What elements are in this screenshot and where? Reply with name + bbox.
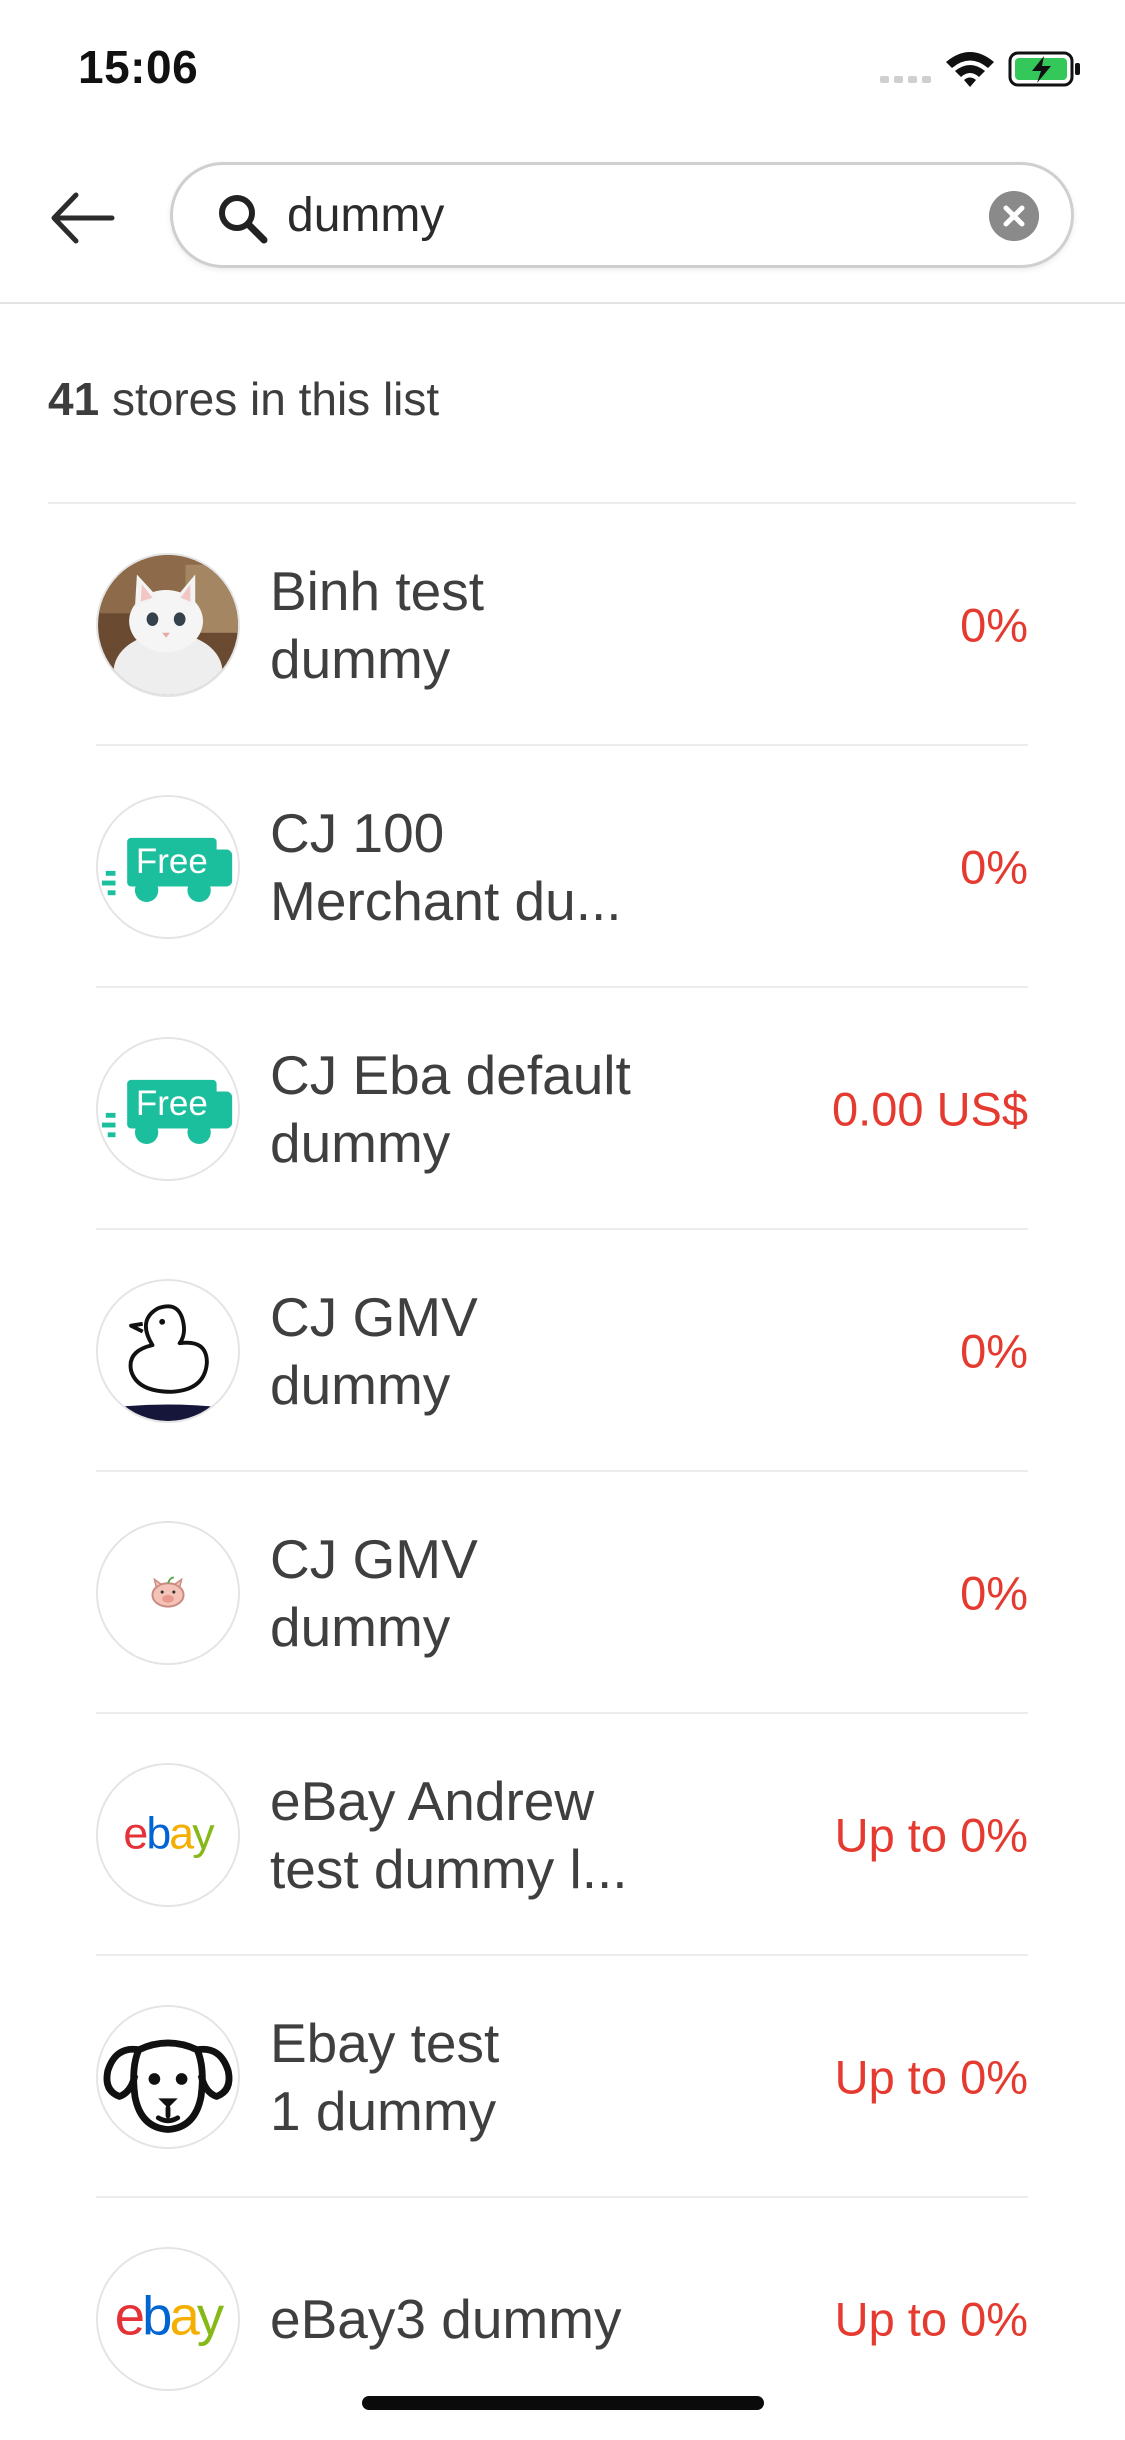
duck-logo	[96, 1279, 240, 1423]
store-row[interactable]: ebay eBay Andrew test dummy l... Up to 0…	[96, 1714, 1028, 1956]
store-name-line2: dummy	[270, 1112, 451, 1174]
store-name: Binh test dummy	[270, 557, 670, 693]
store-name: CJ GMV dummy	[270, 1525, 670, 1661]
store-name-line2: Merchant du...	[270, 870, 622, 932]
free-logo-text: Free	[136, 842, 208, 881]
store-name-line2: test dummy l...	[270, 1838, 628, 1900]
store-name-line2: dummy	[270, 1596, 451, 1658]
cashback-rate: 0%	[960, 840, 1028, 894]
store-name: CJ GMV dummy	[270, 1283, 670, 1419]
store-count-label: stores in this list	[111, 373, 440, 425]
free-logo-text: Free	[136, 1084, 208, 1123]
store-name-line2: 1 dummy	[270, 2080, 497, 2142]
battery-charging-icon	[1008, 51, 1080, 87]
store-row[interactable]: CJ GMV dummy 0%	[96, 1230, 1028, 1472]
ebay-logo: ebay	[96, 2247, 240, 2391]
store-name-line1: Binh test	[270, 560, 485, 622]
cashback-rate: 0%	[960, 1324, 1028, 1378]
cashback-rate: Up to 0%	[834, 2292, 1028, 2346]
search-bar[interactable]	[170, 162, 1074, 268]
store-name-line1: eBay3 dummy	[270, 2288, 622, 2350]
cashback-rate: Up to 0%	[834, 2050, 1028, 2104]
pig-logo	[96, 1521, 240, 1665]
store-row[interactable]: CJ GMV dummy 0%	[96, 1472, 1028, 1714]
cashback-rate: 0.00 US$	[832, 1082, 1028, 1136]
store-name-line1: eBay Andrew	[270, 1770, 595, 1832]
store-name-line1: CJ 100	[270, 802, 445, 864]
back-arrow-icon[interactable]	[46, 182, 118, 254]
status-bar: 15:06	[0, 0, 1125, 132]
store-count: 41 stores in this list	[48, 372, 439, 426]
cellular-signal-icon	[880, 76, 931, 83]
search-icon	[219, 195, 268, 244]
ebay-logo-text: ebay	[115, 2286, 225, 2347]
store-name-line2: dummy	[270, 1354, 451, 1416]
store-name-line1: CJ GMV	[270, 1286, 478, 1348]
store-count-number: 41	[48, 373, 100, 425]
store-name-line2: dummy	[270, 628, 451, 690]
cashback-rate: 0%	[960, 1566, 1028, 1620]
store-name: Ebay test 1 dummy	[270, 2009, 670, 2145]
status-time: 15:06	[78, 41, 199, 93]
free-shipping-truck-logo: Free	[96, 795, 240, 939]
dog-logo	[96, 2005, 240, 2149]
free-shipping-truck-logo: Free	[96, 1037, 240, 1181]
store-name: eBay3 dummy	[270, 2285, 670, 2353]
ebay-logo-text: ebay	[123, 1810, 215, 1859]
ebay-logo: ebay	[96, 1763, 240, 1907]
cashback-rate: Up to 0%	[834, 1808, 1028, 1862]
cashback-rate: 0%	[960, 598, 1028, 652]
store-name-line1: CJ GMV	[270, 1528, 478, 1590]
search-input[interactable]	[287, 179, 937, 251]
store-name-line1: Ebay test	[270, 2012, 500, 2074]
clear-search-icon[interactable]	[989, 191, 1039, 241]
wifi-icon	[946, 52, 994, 87]
cat-photo-logo	[96, 553, 240, 697]
store-row[interactable]: Binh test dummy 0%	[96, 504, 1028, 746]
store-name: CJ 100 Merchant du...	[270, 799, 670, 935]
store-row[interactable]: Free CJ Eba default dummy 0.00 US$	[96, 988, 1028, 1230]
search-header	[0, 132, 1125, 304]
store-row[interactable]: Ebay test 1 dummy Up to 0%	[96, 1956, 1028, 2198]
store-name: CJ Eba default dummy	[270, 1041, 670, 1177]
store-name: eBay Andrew test dummy l...	[270, 1767, 670, 1903]
home-indicator[interactable]	[362, 2396, 764, 2410]
store-name-line1: CJ Eba default	[270, 1044, 631, 1106]
store-row[interactable]: Free CJ 100 Merchant du... 0%	[96, 746, 1028, 988]
